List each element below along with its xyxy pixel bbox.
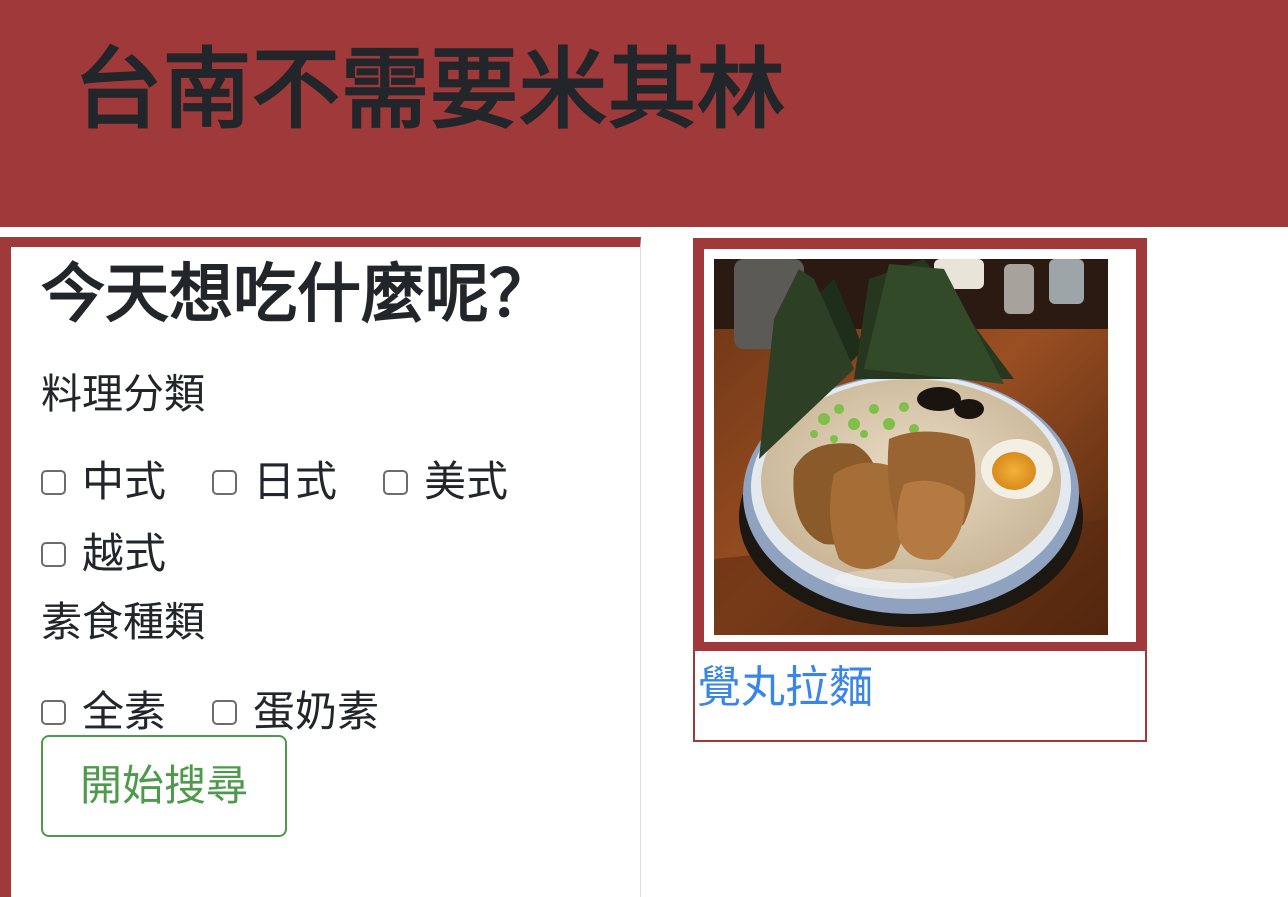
restaurant-photo-frame [695, 240, 1145, 651]
vegetarian-lacto-ovo-checkbox[interactable] [212, 699, 237, 725]
cuisine-japanese-label: 日式 [253, 457, 338, 506]
vegetarian-option-lacto-ovo[interactable]: 蛋奶素 [212, 687, 379, 737]
start-search-button[interactable]: 開始搜尋 [41, 735, 287, 837]
vegetarian-group-label: 素食種類 [41, 598, 205, 646]
cuisine-option-chinese[interactable]: 中式 [41, 457, 166, 507]
cuisine-american-checkbox[interactable] [383, 469, 408, 495]
site-title: 台南不需要米其林 [74, 38, 787, 141]
vegetarian-option-vegan[interactable]: 全素 [41, 687, 166, 737]
restaurant-card[interactable]: 覺丸拉麵 [693, 238, 1147, 742]
cuisine-chinese-checkbox[interactable] [41, 469, 66, 495]
vegetarian-lacto-ovo-label: 蛋奶素 [253, 687, 380, 736]
cuisine-vietnamese-checkbox[interactable] [41, 541, 66, 567]
cuisine-japanese-checkbox[interactable] [212, 469, 237, 495]
restaurant-name-link[interactable]: 覺丸拉麵 [697, 660, 873, 716]
cuisine-chinese-label: 中式 [82, 457, 167, 506]
cuisine-american-label: 美式 [424, 457, 509, 506]
cuisine-option-american[interactable]: 美式 [383, 457, 508, 507]
cuisine-vietnamese-label: 越式 [82, 529, 167, 578]
search-panel-title: 今天想吃什麼呢？ [41, 258, 553, 332]
cuisine-option-vietnamese[interactable]: 越式 [41, 529, 166, 579]
site-header: 台南不需要米其林 [0, 0, 1288, 227]
ramen-bowl-photo[interactable] [714, 259, 1108, 635]
vegetarian-vegan-checkbox[interactable] [41, 699, 66, 725]
cuisine-group-label: 料理分類 [41, 370, 205, 418]
cuisine-option-japanese[interactable]: 日式 [212, 457, 337, 507]
search-panel: 今天想吃什麼呢？ 料理分類 中式 日式 美式 越式 素食種類 全素 蛋奶素 開始… [0, 237, 641, 897]
vegetarian-vegan-label: 全素 [82, 687, 167, 736]
